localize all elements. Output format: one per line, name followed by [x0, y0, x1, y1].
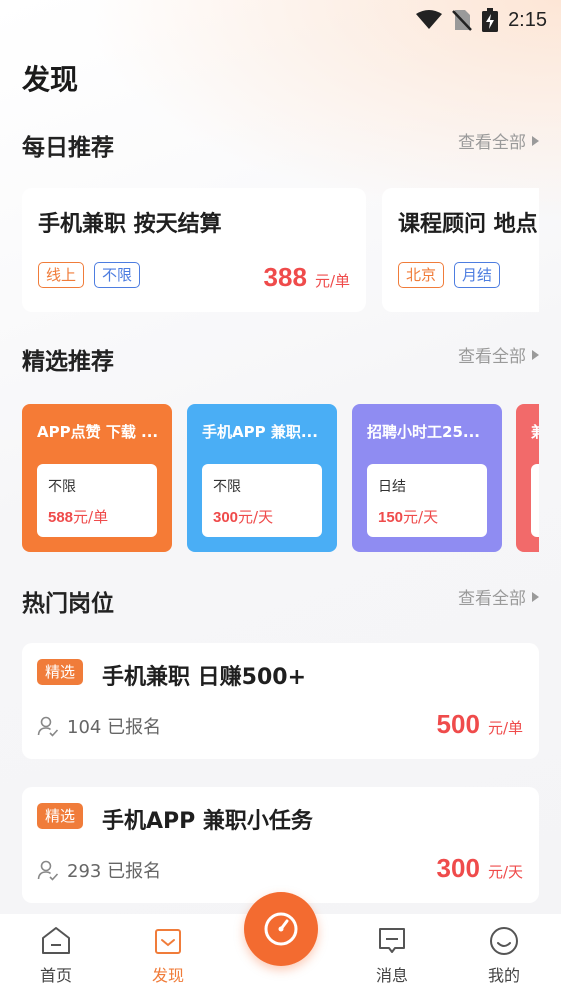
- pick-card-info: 日结 150元/天: [367, 464, 487, 537]
- no-sim-icon: [452, 10, 472, 31]
- signup-count: 293 已报名: [37, 857, 161, 883]
- tab-messages-label: 消息: [375, 966, 408, 985]
- price-unit: 元/单: [73, 508, 109, 526]
- status-time: 2:15: [508, 8, 547, 31]
- chevron-right-icon: [532, 349, 539, 360]
- signup-count: 104 已报名: [37, 713, 161, 739]
- timer-icon: [264, 912, 298, 946]
- daily-card-title: 手机兼职 按天结算: [38, 212, 222, 237]
- daily-card[interactable]: 课程顾问 地点 北京 月结: [382, 188, 539, 312]
- tab-home-label: 首页: [39, 966, 72, 985]
- hot-section-header: 热门岗位 查看全部: [22, 580, 539, 617]
- signup-count-text: 293 已报名: [67, 861, 162, 882]
- pick-card-label: 不限: [213, 479, 241, 495]
- daily-section-header: 每日推荐 查看全部: [22, 124, 539, 161]
- price-unit: 元/天: [238, 508, 274, 526]
- status-icons: 2:15: [416, 8, 547, 32]
- tab-messages[interactable]: 消息: [357, 914, 427, 997]
- tab-discover[interactable]: 发现: [133, 914, 203, 997]
- price-unit: 元/单: [487, 719, 523, 737]
- tag-requirement: 不限: [94, 262, 141, 288]
- tag-location: 线上: [38, 262, 85, 288]
- price-value: 150: [378, 509, 404, 526]
- daily-card[interactable]: 手机兼职 按天结算 线上 不限 388 元/单: [22, 188, 366, 312]
- battery-charging-icon: [482, 8, 499, 32]
- pick-card-title: APP点赞 下载 ...: [37, 423, 159, 441]
- discover-icon: [155, 929, 181, 954]
- job-price: 300 元/天: [437, 853, 523, 884]
- featured-badge: 精选: [37, 659, 84, 685]
- pick-card-price: 588元/单: [48, 506, 108, 527]
- job-list-item[interactable]: 精选 手机兼职 日赚500+ 104 已报名 500 元/单: [22, 643, 539, 759]
- tab-profile-label: 我的: [487, 966, 520, 985]
- daily-view-all-label: 查看全部: [458, 133, 526, 153]
- home-icon: [42, 927, 70, 954]
- pick-card-title: 手机APP 兼职...: [202, 423, 318, 441]
- pick-card-info: 不限 588元/单: [37, 464, 157, 537]
- profile-icon: [490, 927, 518, 955]
- price-value: 300: [213, 509, 239, 526]
- tab-discover-label: 发现: [151, 966, 184, 985]
- chevron-right-icon: [532, 135, 539, 146]
- picks-section-title: 精选推荐: [22, 349, 114, 375]
- pick-card-label: 不限: [48, 479, 76, 495]
- pick-card-info: 不限 300元/天: [202, 464, 322, 537]
- tag-location: 北京: [398, 262, 445, 288]
- signup-count-text: 104 已报名: [67, 717, 162, 738]
- daily-card-tags: 线上 不限: [38, 262, 141, 288]
- pick-card-price: 300元/天: [213, 506, 273, 527]
- pick-card[interactable]: 兼: [516, 404, 539, 552]
- pick-card-info: [531, 464, 539, 537]
- price-value: 388: [263, 262, 307, 292]
- pick-card[interactable]: APP点赞 下载 ... 不限 588元/单: [22, 404, 172, 552]
- chevron-right-icon: [532, 591, 539, 602]
- daily-card-carousel[interactable]: 手机兼职 按天结算 线上 不限 388 元/单 课程顾问 地点 北京 月结: [22, 188, 539, 312]
- user-check-icon: [37, 716, 59, 737]
- user-check-icon: [37, 860, 59, 881]
- page-title: 发现: [22, 63, 79, 96]
- pick-card-title: 兼: [531, 421, 539, 442]
- price-value: 588: [48, 509, 74, 526]
- daily-card-tags: 北京 月结: [398, 262, 501, 288]
- picks-view-all-label: 查看全部: [458, 347, 526, 367]
- price-value: 300: [436, 853, 480, 883]
- job-list-item[interactable]: 精选 手机APP 兼职小任务 293 已报名 300 元/天: [22, 787, 539, 903]
- tag-settlement: 月结: [454, 262, 501, 288]
- daily-view-all-link[interactable]: 查看全部: [458, 128, 539, 153]
- pick-card[interactable]: 招聘小时工25... 日结 150元/天: [352, 404, 502, 552]
- hot-section-title: 热门岗位: [22, 591, 114, 617]
- pick-card-price: 150元/天: [378, 506, 438, 527]
- pick-card-title: 招聘小时工25...: [367, 423, 480, 441]
- job-title: 手机兼职 日赚500+: [102, 665, 307, 690]
- picks-view-all-link[interactable]: 查看全部: [458, 342, 539, 367]
- pick-card-label: 日结: [378, 479, 406, 495]
- picks-section-header: 精选推荐 查看全部: [22, 338, 539, 375]
- picks-carousel[interactable]: APP点赞 下载 ... 不限 588元/单 手机APP 兼职... 不限 30…: [22, 404, 539, 552]
- price-unit: 元/天: [487, 863, 523, 881]
- status-bar: 2:15: [0, 0, 561, 40]
- daily-card-price: 388 元/单: [264, 262, 350, 293]
- featured-badge: 精选: [37, 803, 84, 829]
- price-unit: 元/单: [314, 272, 350, 290]
- pick-card[interactable]: 手机APP 兼职... 不限 300元/天: [187, 404, 337, 552]
- tab-profile[interactable]: 我的: [469, 914, 539, 997]
- price-value: 500: [436, 709, 480, 739]
- message-icon: [379, 928, 405, 953]
- hot-view-all-link[interactable]: 查看全部: [458, 584, 539, 609]
- daily-section-title: 每日推荐: [22, 135, 114, 161]
- tab-home[interactable]: 首页: [21, 914, 91, 997]
- daily-card-title: 课程顾问 地点: [398, 212, 538, 237]
- price-unit: 元/天: [403, 508, 439, 526]
- center-action-button[interactable]: [244, 892, 318, 966]
- job-title: 手机APP 兼职小任务: [102, 809, 313, 834]
- hot-view-all-label: 查看全部: [458, 589, 526, 609]
- job-price: 500 元/单: [437, 709, 523, 740]
- wifi-icon: [416, 10, 443, 29]
